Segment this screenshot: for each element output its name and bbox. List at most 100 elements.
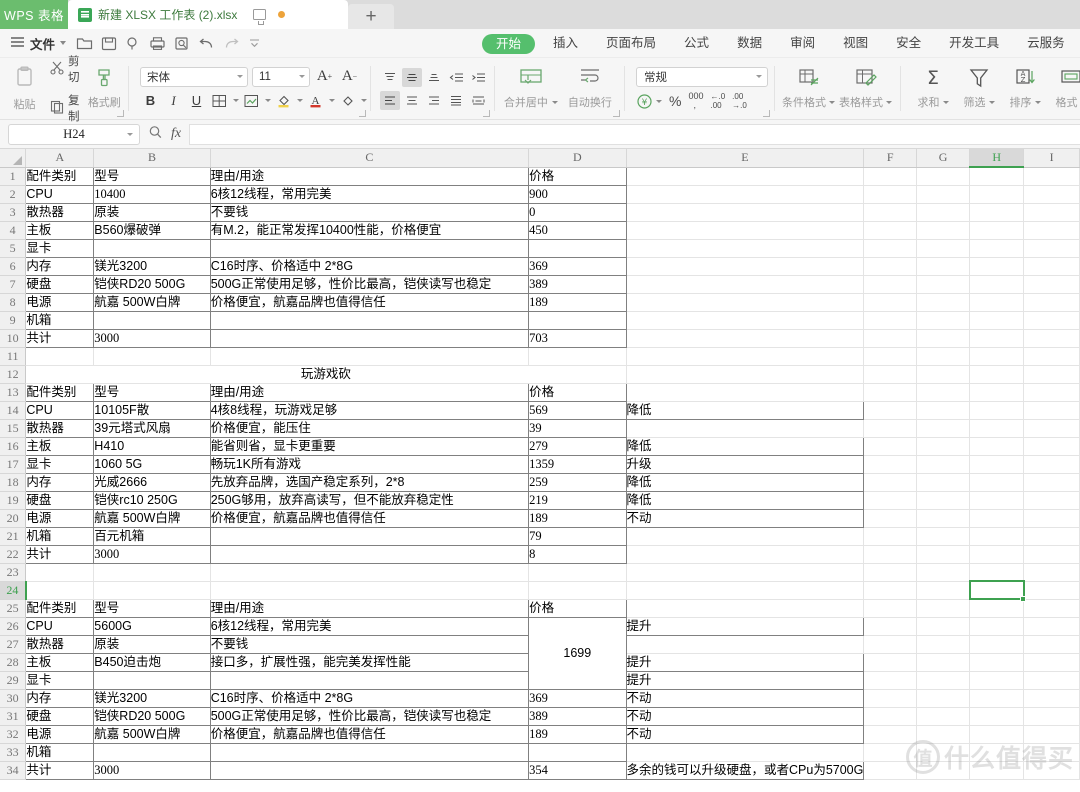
row-header-27[interactable]: 27: [0, 635, 27, 654]
cell-D19[interactable]: 219: [528, 490, 627, 510]
cell-B9[interactable]: [93, 310, 211, 330]
cell-E9[interactable]: [626, 311, 865, 330]
cell-style-button[interactable]: [241, 91, 262, 111]
filter-button[interactable]: 筛选: [956, 67, 1002, 110]
table-row[interactable]: 2 CPU 10400 6核12线程，常用完美 900: [0, 184, 1080, 204]
cell-I27[interactable]: [1023, 635, 1080, 654]
cell-A14[interactable]: CPU: [25, 400, 95, 420]
font-group-launcher[interactable]: [359, 110, 366, 117]
cell-C9[interactable]: [209, 310, 530, 330]
insert-function-search-icon[interactable]: [148, 125, 163, 143]
cell-B16[interactable]: H410: [93, 436, 211, 456]
cell-F24[interactable]: [863, 581, 917, 600]
cell-F7[interactable]: [863, 275, 917, 294]
cell-B17[interactable]: 1060 5G: [93, 454, 211, 474]
cell-C13[interactable]: 理由/用途: [209, 382, 530, 402]
spreadsheet-grid[interactable]: A B C D E F G H I 1 配件类别 型号 理由/用途 价格 2 CPU 10400 6核12线程，常…: [0, 149, 1080, 781]
cell-F13[interactable]: [863, 383, 917, 402]
cell-F16[interactable]: [863, 437, 917, 456]
cell-D4[interactable]: 450: [528, 220, 627, 240]
cell-D20[interactable]: 189: [528, 508, 627, 528]
cell-F17[interactable]: [863, 455, 917, 474]
bold-button[interactable]: B: [140, 91, 161, 111]
cell-D8[interactable]: 189: [528, 292, 627, 312]
row-header-20[interactable]: 20: [0, 509, 27, 528]
cell-I28[interactable]: [1023, 653, 1080, 672]
cell-A9[interactable]: 机箱: [25, 310, 95, 330]
document-tab[interactable]: 新建 XLSX 工作表 (2).xlsx: [68, 0, 348, 29]
cell-G10[interactable]: [916, 329, 971, 348]
cell-G11[interactable]: [916, 347, 971, 366]
cell-I22[interactable]: [1023, 545, 1080, 564]
cell-H11[interactable]: [969, 347, 1025, 366]
cell-E15[interactable]: [626, 419, 865, 438]
table-row[interactable]: 24: [0, 581, 1080, 600]
ribbon-tab-view[interactable]: 视图: [829, 29, 882, 58]
cell-A15[interactable]: 散热器: [25, 418, 95, 438]
cell-E4[interactable]: [626, 221, 865, 240]
row-header-14[interactable]: 14: [0, 401, 27, 420]
cell-F1[interactable]: [863, 167, 917, 186]
cell-F9[interactable]: [863, 311, 917, 330]
cell-A22[interactable]: 共计: [25, 544, 95, 564]
cell-H28[interactable]: [969, 653, 1025, 672]
print-preview-icon[interactable]: [170, 29, 194, 58]
table-row[interactable]: 1 配件类别 型号 理由/用途 价格: [0, 166, 1080, 186]
table-row[interactable]: 25 配件类别 型号 理由/用途 价格: [0, 598, 1080, 618]
row-header-22[interactable]: 22: [0, 545, 27, 564]
merge-group-launcher[interactable]: [613, 110, 620, 117]
cell-B23[interactable]: [93, 563, 211, 582]
cell-F21[interactable]: [863, 527, 917, 546]
row-header-25[interactable]: 25: [0, 599, 27, 618]
cell-E10[interactable]: [626, 329, 865, 348]
cell-H12[interactable]: [969, 365, 1025, 384]
cell-I3[interactable]: [1023, 203, 1080, 222]
cell-G27[interactable]: [916, 635, 971, 654]
cell-H19[interactable]: [969, 491, 1025, 510]
increase-font-size-button[interactable]: A +: [314, 67, 335, 87]
cell-H30[interactable]: [969, 689, 1025, 708]
row-header-9[interactable]: 9: [0, 311, 27, 330]
cell-B34[interactable]: 3000: [93, 760, 211, 780]
increase-indent-button[interactable]: [468, 68, 488, 87]
cell-C21[interactable]: [209, 526, 530, 546]
cell-H26[interactable]: [969, 617, 1025, 636]
cell-A27[interactable]: 散热器: [25, 634, 95, 654]
cell-C31[interactable]: 500G正常使用足够，性价比最高，铠侠读写也稳定: [209, 706, 530, 726]
cell-I19[interactable]: [1023, 491, 1080, 510]
cell-F29[interactable]: [863, 671, 917, 690]
cell-I18[interactable]: [1023, 473, 1080, 492]
row-header-24[interactable]: 24: [0, 581, 27, 600]
cell-G28[interactable]: [916, 653, 971, 672]
cell-B7[interactable]: 铠侠RD20 500G: [93, 274, 211, 294]
cell-G9[interactable]: [916, 311, 971, 330]
row-header-11[interactable]: 11: [0, 347, 27, 366]
cell-G7[interactable]: [916, 275, 971, 294]
cell-B28[interactable]: B450迫击炮: [93, 652, 211, 672]
cell-G23[interactable]: [916, 563, 971, 582]
row-header-8[interactable]: 8: [0, 293, 27, 312]
cell-E3[interactable]: [626, 203, 865, 222]
column-header-a[interactable]: A: [25, 149, 95, 168]
increase-decimal-button[interactable]: ←.0.00: [710, 92, 725, 110]
decrease-indent-button[interactable]: [446, 68, 466, 87]
cell-G34[interactable]: [916, 761, 971, 780]
cell-D31[interactable]: 389: [528, 706, 627, 726]
cell-E27[interactable]: [626, 635, 865, 654]
cell-A21[interactable]: 机箱: [25, 526, 95, 546]
table-row[interactable]: 32 电源 航嘉 500W白牌 价格便宜，航嘉品牌也值得信任 189 不动: [0, 724, 1080, 744]
cell-B4[interactable]: B560爆破弹: [93, 220, 211, 240]
table-row[interactable]: 10 共计 3000 703: [0, 328, 1080, 348]
cell-B20[interactable]: 航嘉 500W白牌: [93, 508, 211, 528]
cell-C26[interactable]: 6核12线程，常用完美: [209, 616, 530, 636]
cell-G3[interactable]: [916, 203, 971, 222]
cell-G22[interactable]: [916, 545, 971, 564]
justify-button[interactable]: [446, 91, 466, 110]
cell-H2[interactable]: [969, 185, 1025, 204]
row-header-28[interactable]: 28: [0, 653, 27, 672]
cell-E31[interactable]: 不动: [625, 706, 865, 726]
cell-C16[interactable]: 能省则省，显卡更重要: [209, 436, 530, 456]
cell-G2[interactable]: [916, 185, 971, 204]
table-row[interactable]: 9 机箱: [0, 310, 1080, 330]
cell-F30[interactable]: [863, 689, 917, 708]
